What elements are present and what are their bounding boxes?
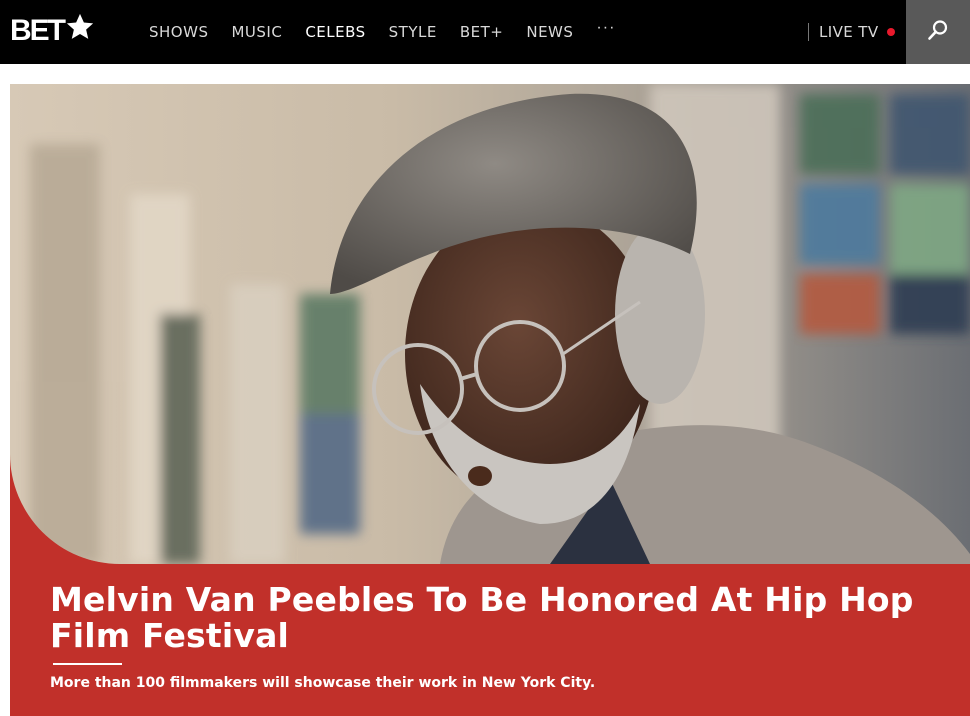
nav-item-bet-plus[interactable]: BET+ bbox=[460, 23, 504, 41]
nav-item-style[interactable]: STYLE bbox=[389, 23, 437, 41]
more-menu-button[interactable]: ··· bbox=[596, 19, 615, 37]
headline-underline bbox=[53, 663, 122, 665]
nav-item-news[interactable]: NEWS bbox=[526, 23, 573, 41]
top-nav-bar: BET SHOWS MUSIC CELEBS STYLE BET+ NEWS ·… bbox=[0, 0, 970, 64]
hero-article[interactable]: Melvin Van Peebles To Be Honored At Hip … bbox=[10, 84, 970, 716]
nav-item-shows[interactable]: SHOWS bbox=[149, 23, 208, 41]
main-nav: SHOWS MUSIC CELEBS STYLE BET+ NEWS ··· bbox=[149, 0, 615, 64]
nav-item-celebs[interactable]: CELEBS bbox=[305, 23, 365, 41]
live-indicator-dot bbox=[886, 28, 895, 36]
bet-logo[interactable]: BET bbox=[10, 12, 95, 50]
article-headline[interactable]: Melvin Van Peebles To Be Honored At Hip … bbox=[50, 582, 930, 654]
star-icon bbox=[65, 12, 95, 50]
divider bbox=[808, 23, 809, 41]
search-icon bbox=[927, 19, 949, 46]
article-dek: More than 100 filmmakers will showcase t… bbox=[50, 675, 596, 691]
nav-item-music[interactable]: MUSIC bbox=[231, 23, 282, 41]
hero-photo[interactable] bbox=[10, 84, 970, 564]
live-tv-label: LIVE TV bbox=[819, 23, 879, 41]
logo-text: BET bbox=[10, 14, 66, 47]
search-button[interactable] bbox=[906, 0, 970, 64]
live-tv-link[interactable]: LIVE TV bbox=[808, 22, 895, 42]
